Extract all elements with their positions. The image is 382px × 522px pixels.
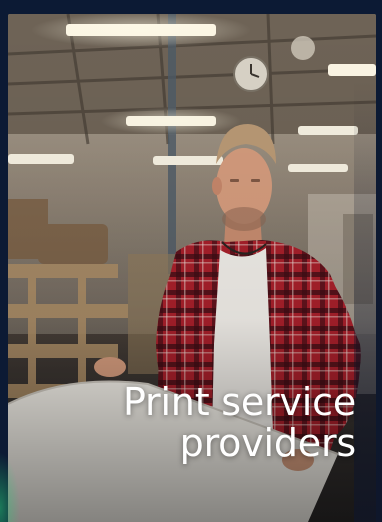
- green-accent-glow: [0, 452, 20, 522]
- card-title-line-2: providers: [179, 421, 357, 465]
- card-title: Print service providers: [56, 382, 356, 464]
- print-service-providers-card[interactable]: Print service providers: [0, 0, 382, 522]
- right-edge-shade: [354, 80, 382, 522]
- card-title-line-1: Print service: [122, 380, 356, 424]
